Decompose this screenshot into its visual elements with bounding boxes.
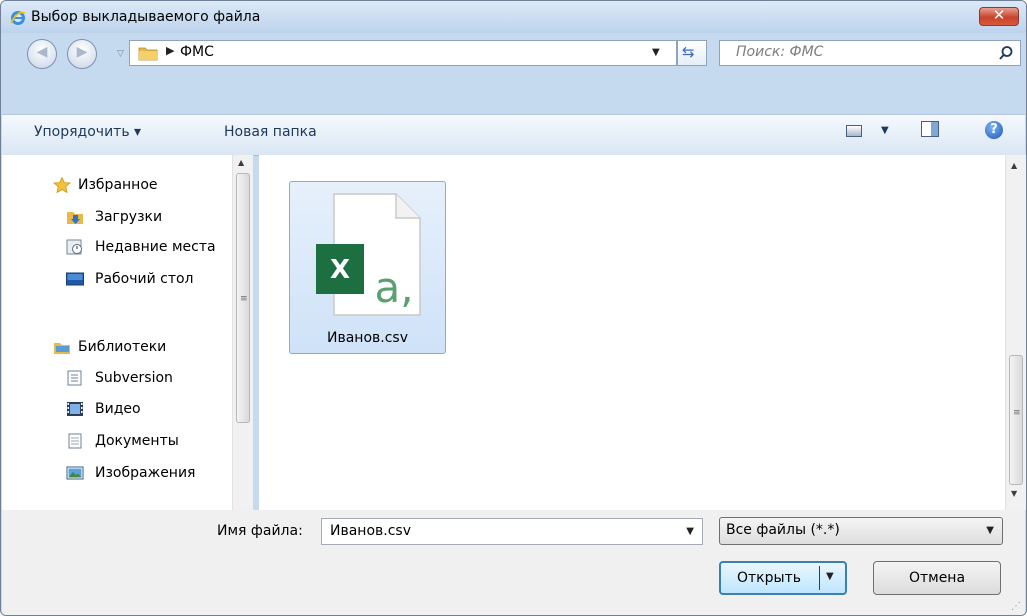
forward-button[interactable]: ▶ <box>67 39 97 69</box>
cancel-button[interactable]: Отмена <box>873 561 1001 595</box>
scroll-up-icon[interactable]: ▲ <box>238 158 244 167</box>
back-button[interactable]: ◀ <box>27 39 57 69</box>
filename-dropdown-icon[interactable]: ▼ <box>686 526 694 537</box>
help-icon[interactable]: ? <box>985 121 1003 139</box>
sidebar-item-downloads[interactable]: Загрузки <box>95 209 162 225</box>
scrollbar-thumb[interactable]: ≡ <box>236 173 250 423</box>
excel-csv-file-icon: X a, <box>316 193 421 316</box>
sidebar-item-pictures[interactable]: Изображения <box>95 465 195 481</box>
breadcrumb-current[interactable]: ФМС <box>180 44 214 60</box>
split-divider <box>819 566 820 590</box>
view-options-dropdown-icon[interactable]: ▼ <box>881 125 889 136</box>
scroll-grip-icon: ≡ <box>240 294 248 304</box>
forward-arrow-icon: ▶ <box>76 44 88 60</box>
change-view-icon[interactable] <box>846 125 862 137</box>
file-type-dropdown-icon[interactable]: ▼ <box>986 525 994 536</box>
preview-pane-icon <box>931 122 938 136</box>
sidebar-item-recent-places[interactable]: Недавние места <box>95 239 216 255</box>
file-list-scrollbar[interactable]: ▲ ≡ ▼ <box>1005 155 1026 510</box>
resize-grip-icon[interactable]: ⋰ <box>1011 601 1021 612</box>
file-type-value: Все файлы (*.*) <box>726 522 840 538</box>
recent-places-icon <box>66 239 82 255</box>
open-button[interactable]: Открыть ▼ <box>719 561 847 595</box>
filename-input[interactable]: Иванов.csv ▼ <box>321 518 703 545</box>
open-options-dropdown-icon[interactable]: ▼ <box>826 571 834 582</box>
search-input[interactable]: Поиск: ФМС <box>719 40 1021 66</box>
search-icon[interactable] <box>998 45 1014 61</box>
file-type-select[interactable]: Все файлы (*.*) ▼ <box>719 517 1003 545</box>
search-placeholder: Поиск: ФМС <box>736 44 824 60</box>
file-name: Иванов.csv <box>327 330 408 346</box>
navigation-scrollbar[interactable]: ▲ ≡ <box>232 155 253 510</box>
pictures-icon <box>66 466 84 480</box>
svg-text:a,: a, <box>374 263 413 312</box>
internet-explorer-icon <box>10 11 26 25</box>
scroll-grip-icon: ≡ <box>1013 408 1021 418</box>
filename-label: Имя файла: <box>217 523 303 539</box>
desktop-icon <box>66 272 84 286</box>
sidebar-item-desktop[interactable]: Рабочий стол <box>95 271 194 287</box>
preview-pane-button[interactable] <box>921 121 939 137</box>
folder-icon <box>138 47 158 61</box>
svg-text:X: X <box>330 255 350 285</box>
favorites-star-icon <box>53 177 71 193</box>
window-title: Выбор выкладываемого файла <box>31 9 261 25</box>
sidebar-item-subversion[interactable]: Subversion <box>95 370 173 386</box>
scroll-down-icon[interactable]: ▼ <box>1011 489 1017 498</box>
sidebar-item-video[interactable]: Видео <box>95 401 141 417</box>
address-dropdown-icon[interactable]: ▼ <box>652 47 660 58</box>
file-item[interactable]: X a, Иванов.csv <box>289 181 446 354</box>
refresh-button[interactable]: ⇆ <box>677 40 707 66</box>
new-folder-button[interactable]: Новая папка <box>224 124 317 140</box>
open-button-label: Открыть <box>737 570 801 586</box>
sidebar-header-libraries[interactable]: Библиотеки <box>78 339 166 355</box>
documents-icon <box>68 433 82 449</box>
sidebar-item-documents[interactable]: Документы <box>95 433 179 449</box>
refresh-icon: ⇆ <box>682 43 695 61</box>
command-bar <box>2 114 1025 156</box>
breadcrumb-separator-icon[interactable]: ▶ <box>166 44 174 57</box>
history-dropdown-icon[interactable]: ▽ <box>117 49 124 59</box>
back-arrow-icon: ◀ <box>36 44 48 60</box>
cancel-button-label: Отмена <box>908 570 966 586</box>
close-icon: ✕ <box>992 6 1006 24</box>
filename-value[interactable]: Иванов.csv <box>330 523 411 539</box>
downloads-folder-icon <box>67 212 83 224</box>
close-button[interactable]: ✕ <box>979 6 1019 26</box>
subversion-icon <box>67 370 82 386</box>
libraries-icon <box>54 343 70 354</box>
organize-button[interactable]: Упорядочить ▾ <box>34 124 141 140</box>
scrollbar-thumb[interactable]: ≡ <box>1009 355 1023 485</box>
file-open-dialog: Выбор выкладываемого файла ✕ ◀ ▶ ▽ ▶ ФМС… <box>0 0 1027 616</box>
address-bar[interactable]: ▶ ФМС ▼ <box>129 40 677 66</box>
scroll-up-icon[interactable]: ▲ <box>1011 161 1017 170</box>
video-icon <box>67 402 83 416</box>
sidebar-header-favorites[interactable]: Избранное <box>78 177 158 193</box>
